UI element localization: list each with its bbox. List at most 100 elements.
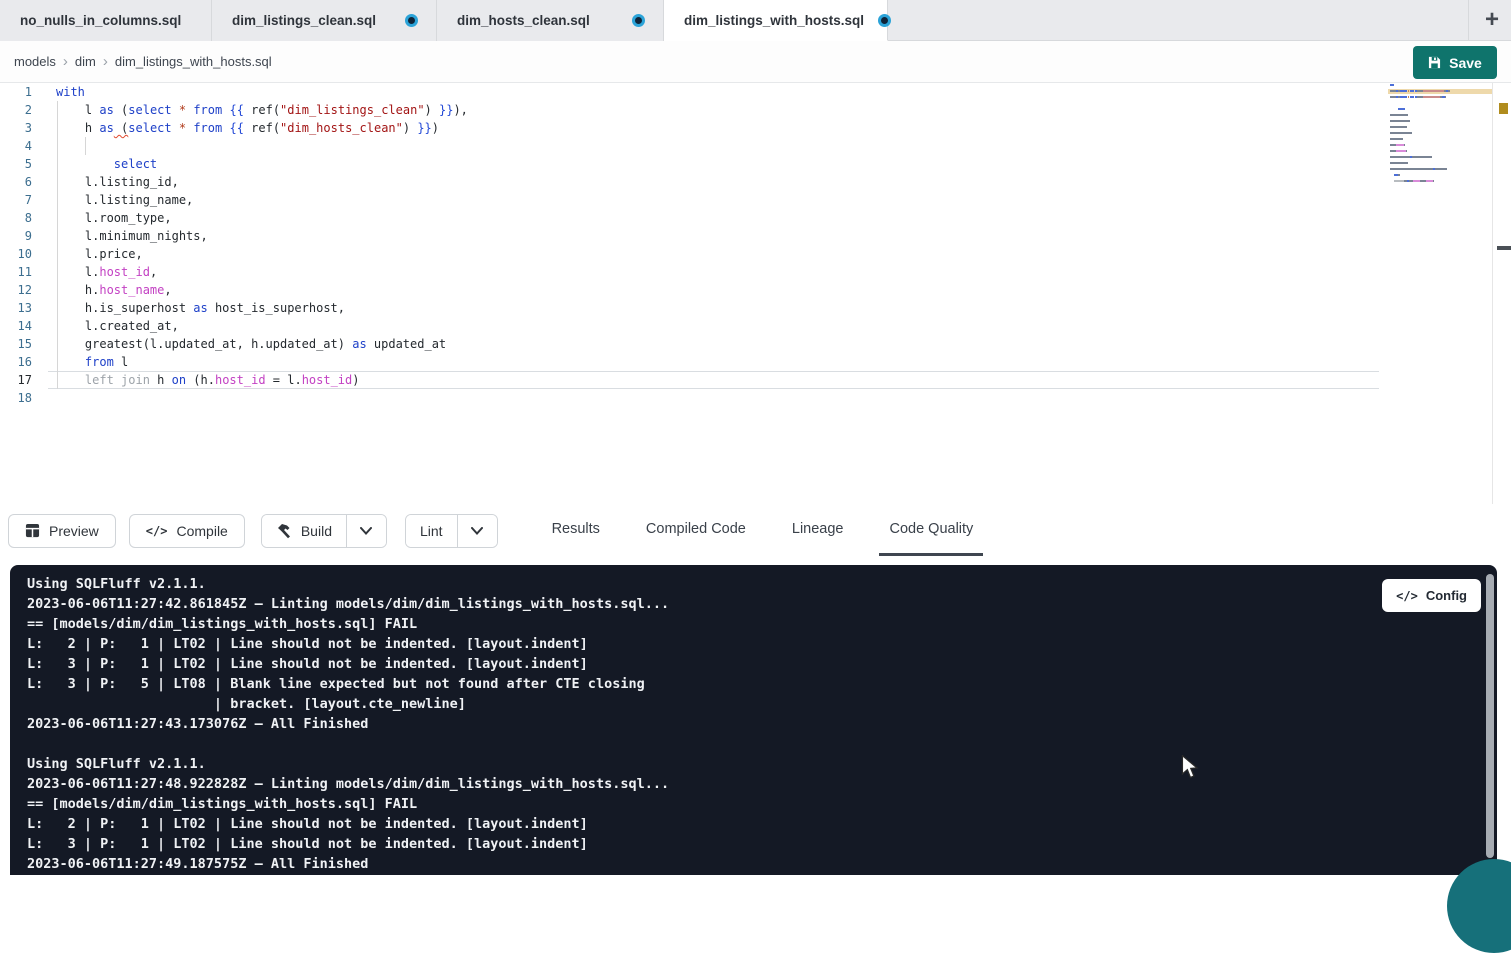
code-lines: 1with2 l as (select * from {{ ref("dim_l…: [0, 83, 1511, 407]
save-button[interactable]: Save: [1413, 46, 1497, 79]
terminal-line: L: 3 | P: 1 | LT02 | Line should not be …: [27, 654, 1497, 674]
lint-label: Lint: [420, 523, 443, 539]
file-tab-label: dim_hosts_clean.sql: [457, 13, 590, 28]
sql-code-editor[interactable]: 1with2 l as (select * from {{ ref("dim_l…: [0, 83, 1511, 505]
terminal-line: | bracket. [layout.cte_newline]: [27, 694, 1497, 714]
tab-compiled-code[interactable]: Compiled Code: [636, 505, 756, 556]
tab-label: Code Quality: [889, 521, 973, 537]
editor-scrollbar-track[interactable]: [1492, 83, 1493, 504]
breadcrumb-file: dim_listings_with_hosts.sql: [115, 54, 272, 69]
terminal-line: L: 2 | P: 1 | LT02 | Line should not be …: [27, 814, 1497, 834]
code-line: 8 l.room_type,: [0, 209, 1511, 227]
terminal-scrollbar[interactable]: [1486, 574, 1494, 858]
code-line: 9 l.minimum_nights,: [0, 227, 1511, 245]
terminal-line: 2023-06-06T11:27:49.187575Z — All Finish…: [27, 854, 1497, 874]
line-number: 4: [0, 137, 44, 155]
line-number: 8: [0, 209, 44, 227]
file-tab-label: dim_listings_clean.sql: [232, 13, 376, 28]
line-number: 10: [0, 245, 44, 263]
breadcrumb-models[interactable]: models: [14, 54, 56, 69]
terminal-line: == [models/dim/dim_listings_with_hosts.s…: [27, 794, 1497, 814]
tab-label: Results: [552, 521, 600, 537]
unsaved-changes-icon: [405, 14, 418, 27]
terminal-line: L: 3 | P: 5 | LT08 | Blank line expected…: [27, 674, 1497, 694]
chevron-down-icon: [471, 527, 483, 535]
line-number: 15: [0, 335, 44, 353]
terminal-line: 2023-06-06T11:27:42.861845Z — Linting mo…: [27, 594, 1497, 614]
terminal-line: L: 2 | P: 1 | LT02 | Line should not be …: [27, 634, 1497, 654]
terminal-output: Using SQLFluff v2.1.1.2023-06-06T11:27:4…: [10, 565, 1497, 874]
preview-label: Preview: [49, 523, 99, 539]
lint-output-terminal[interactable]: Using SQLFluff v2.1.1.2023-06-06T11:27:4…: [10, 565, 1497, 875]
chevron-right-icon: ›: [63, 53, 68, 70]
table-icon: [25, 523, 40, 538]
code-line: 17 left join h on (h.host_id = l.host_id…: [0, 371, 1511, 389]
chevron-down-icon: [360, 527, 372, 535]
code-line: 12 h.host_name,: [0, 281, 1511, 299]
code-line: 14 l.created_at,: [0, 317, 1511, 335]
file-tab-dim-listings-with-hosts[interactable]: dim_listings_with_hosts.sql: [664, 0, 888, 41]
code-line: 6 l.listing_id,: [0, 173, 1511, 191]
code-icon: </>: [146, 524, 168, 538]
tab-label: Compiled Code: [646, 521, 746, 537]
line-number: 12: [0, 281, 44, 299]
code-line: 15 greatest(l.updated_at, h.updated_at) …: [0, 335, 1511, 353]
overview-ruler-warning-marker: [1499, 103, 1508, 114]
tab-lineage[interactable]: Lineage: [782, 505, 854, 556]
code-line: 1with: [0, 83, 1511, 101]
line-number: 7: [0, 191, 44, 209]
result-tabs: Results Compiled Code Lineage Code Quali…: [542, 505, 1010, 556]
file-tab-dim-listings-clean[interactable]: dim_listings_clean.sql: [212, 0, 437, 41]
preview-button[interactable]: Preview: [8, 514, 116, 548]
breadcrumb-bar: models › dim › dim_listings_with_hosts.s…: [0, 41, 1511, 83]
file-tab-label: no_nulls_in_columns.sql: [20, 13, 181, 28]
terminal-line: == [models/dim/dim_listings_with_hosts.s…: [27, 614, 1497, 634]
line-number: 11: [0, 263, 44, 281]
breadcrumb-dim[interactable]: dim: [75, 54, 96, 69]
tab-bar-spacer: +: [888, 0, 1511, 40]
terminal-line: L: 3 | P: 1 | LT02 | Line should not be …: [27, 834, 1497, 854]
line-number: 14: [0, 317, 44, 335]
terminal-line: 2023-06-06T11:27:48.922828Z — Linting mo…: [27, 774, 1497, 794]
save-button-label: Save: [1449, 55, 1482, 71]
config-button[interactable]: </> Config: [1382, 579, 1481, 612]
code-line: 10 l.price,: [0, 245, 1511, 263]
overview-ruler-cursor-marker: [1497, 246, 1511, 250]
code-line: 3 h as (select * from {{ ref("dim_hosts_…: [0, 119, 1511, 137]
build-dropdown-button[interactable]: [346, 515, 386, 547]
line-number: 5: [0, 155, 44, 173]
code-line: 2 l as (select * from {{ ref("dim_listin…: [0, 101, 1511, 119]
code-line: 7 l.listing_name,: [0, 191, 1511, 209]
line-number: 9: [0, 227, 44, 245]
file-tab-no-nulls-in-columns[interactable]: no_nulls_in_columns.sql: [0, 0, 212, 41]
build-label: Build: [301, 523, 332, 539]
chevron-right-icon: ›: [103, 53, 108, 70]
line-number: 17: [0, 371, 44, 389]
tab-bar-divider: [1468, 0, 1469, 41]
tab-code-quality[interactable]: Code Quality: [879, 505, 983, 556]
compile-button[interactable]: </> Compile: [129, 514, 245, 548]
build-button[interactable]: Build: [262, 515, 346, 547]
config-label: Config: [1426, 588, 1467, 603]
code-line: 16 from l: [0, 353, 1511, 371]
tab-label: Lineage: [792, 521, 844, 537]
breadcrumb: models › dim › dim_listings_with_hosts.s…: [14, 53, 272, 70]
line-number: 6: [0, 173, 44, 191]
terminal-line: 2023-06-06T11:27:43.173076Z — All Finish…: [27, 714, 1497, 734]
code-line: 18: [0, 389, 1511, 407]
line-number: 2: [0, 101, 44, 119]
line-number: 3: [0, 119, 44, 137]
line-number: 13: [0, 299, 44, 317]
lint-button[interactable]: Lint: [406, 515, 457, 547]
indent-guide: [57, 101, 58, 389]
line-number: 18: [0, 389, 44, 407]
terminal-line: Using SQLFluff v2.1.1.: [27, 754, 1497, 774]
tab-results[interactable]: Results: [542, 505, 610, 556]
compile-label: Compile: [176, 523, 227, 539]
file-tab-bar: no_nulls_in_columns.sql dim_listings_cle…: [0, 0, 1511, 41]
file-tab-dim-hosts-clean[interactable]: dim_hosts_clean.sql: [437, 0, 664, 41]
lint-dropdown-button[interactable]: [457, 515, 497, 547]
new-tab-button[interactable]: +: [1475, 3, 1509, 37]
build-split-button: Build: [261, 514, 387, 548]
minimap[interactable]: [1390, 84, 1462, 214]
